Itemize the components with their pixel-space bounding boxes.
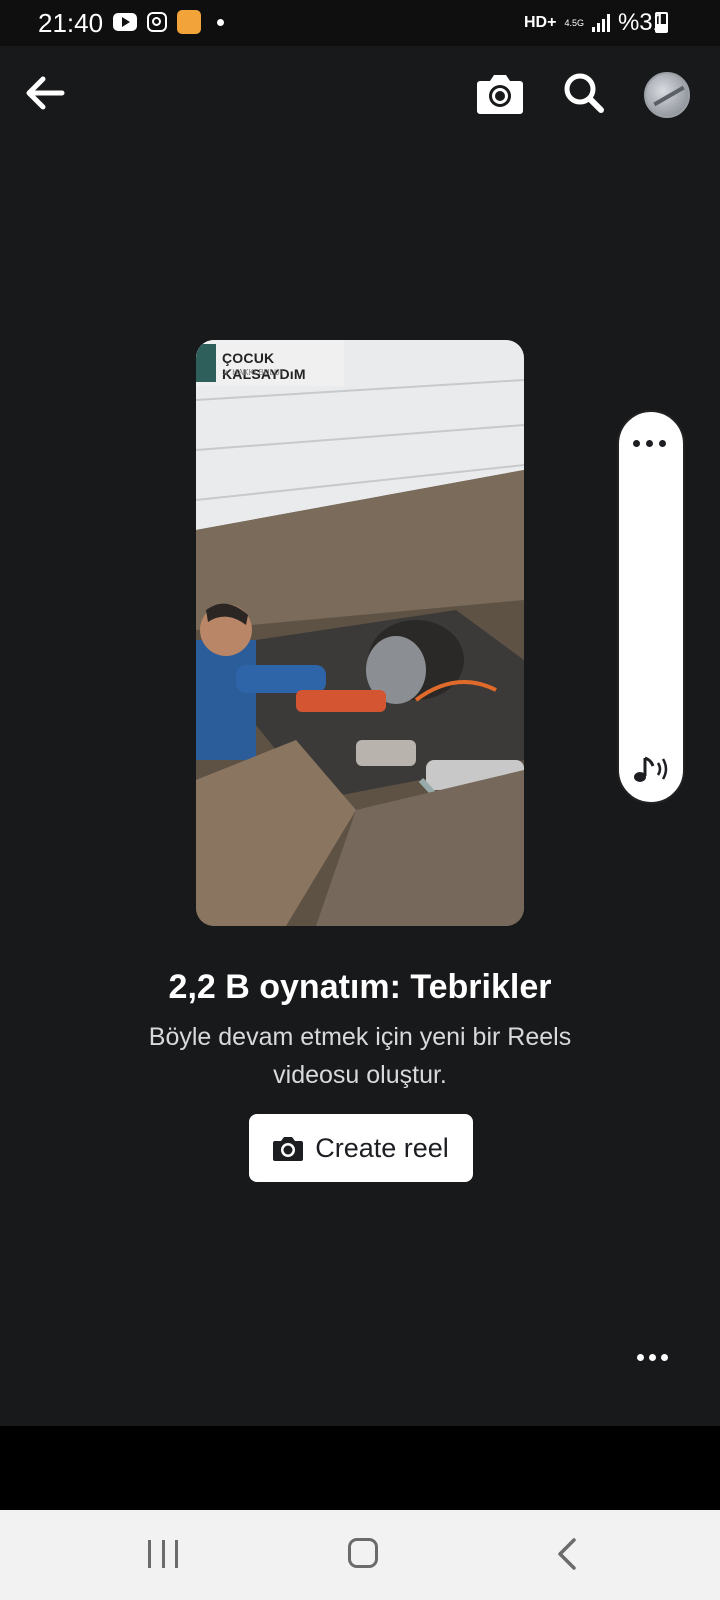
instagram-icon xyxy=(147,12,167,32)
signal-icon xyxy=(591,14,610,32)
create-reel-label: Create reel xyxy=(315,1132,449,1163)
camera-icon[interactable] xyxy=(476,71,524,115)
home-icon[interactable] xyxy=(348,1538,378,1568)
reel-image xyxy=(196,340,524,926)
reel-thumbnail[interactable]: ÇOCUK KALSAYDıM ♬ HAKKI BULUT xyxy=(196,340,524,926)
status-time: 21:40 xyxy=(38,8,104,38)
camera-icon xyxy=(273,1137,304,1161)
page-title: 2,2 B oynatım: Tebrikler xyxy=(168,968,552,1006)
side-control-panel xyxy=(617,410,685,804)
system-nav-bar xyxy=(0,1510,720,1600)
song-artist: ♬ HAKKI BULUT xyxy=(222,368,285,377)
top-bar xyxy=(0,46,720,142)
youtube-icon xyxy=(113,13,137,31)
song-tag[interactable]: ÇOCUK KALSAYDıM ♬ HAKKI BULUT xyxy=(196,340,344,386)
more-icon[interactable] xyxy=(633,440,666,447)
song-title: ÇOCUK KALSAYDıM xyxy=(222,350,306,382)
status-bar: 21:40 HD+ 4.5G %31 xyxy=(0,0,720,46)
song-thumbnail xyxy=(196,344,216,382)
battery-icon xyxy=(655,12,668,33)
subtitle-text: Böyle devam etmek için yeni bir Reels vi… xyxy=(148,1023,572,1089)
search-icon[interactable] xyxy=(562,71,606,115)
more-options-icon[interactable] xyxy=(637,1354,668,1361)
back-icon[interactable] xyxy=(554,1536,580,1572)
create-reel-button[interactable]: Create reel xyxy=(249,1114,473,1182)
status-right: HD+ 4.5G %31 xyxy=(524,9,666,37)
network-sub-label: 4.5G xyxy=(564,17,584,28)
app-notification-icon xyxy=(177,10,201,34)
dot-icon xyxy=(217,18,224,26)
notification-icons xyxy=(113,10,224,34)
avatar[interactable] xyxy=(644,72,690,118)
bottom-strip xyxy=(0,1426,720,1510)
sound-icon[interactable] xyxy=(631,752,675,788)
back-arrow-icon[interactable] xyxy=(22,70,68,116)
recents-icon[interactable] xyxy=(148,1540,178,1568)
network-label: HD+ xyxy=(523,14,557,31)
